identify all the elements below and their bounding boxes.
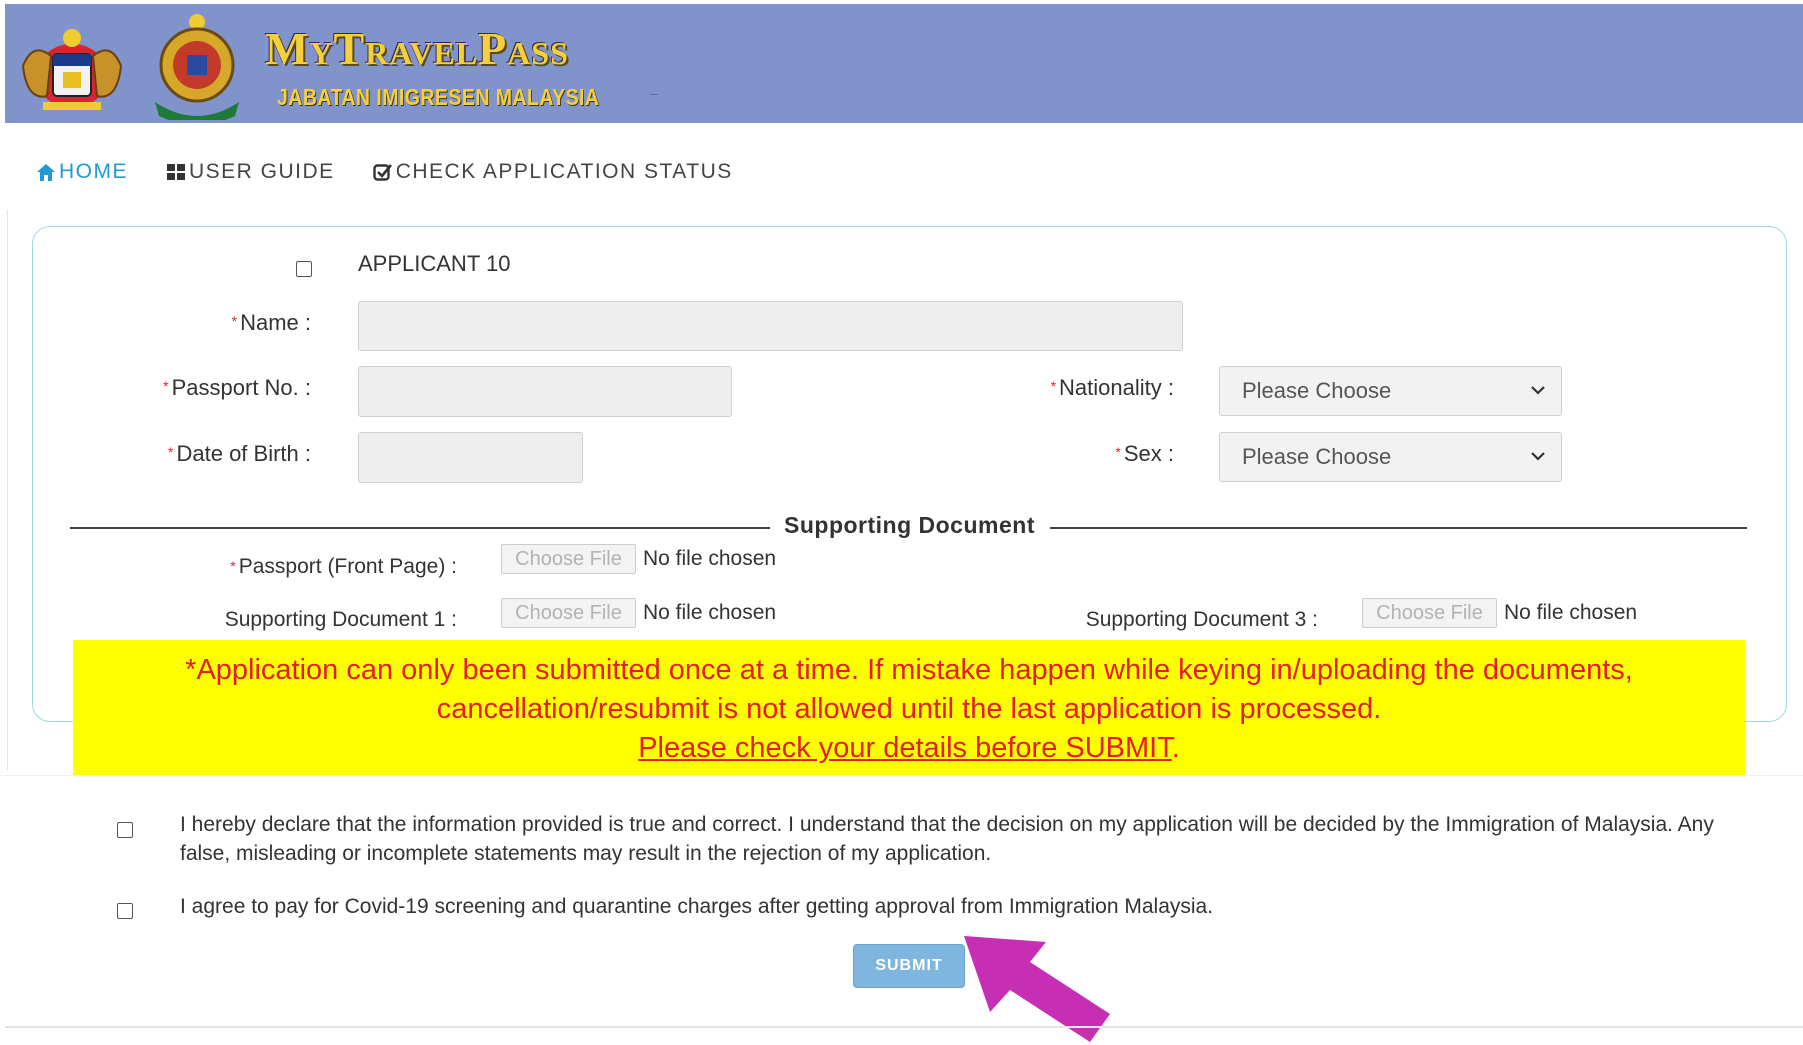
sex-label: * Sex : [1115,441,1174,467]
submit-button[interactable]: SUBMIT [853,944,965,988]
declare-text: I hereby declare that the information pr… [180,813,1714,865]
notice-line-3-end: . [1171,732,1180,764]
notice-line-1: *Application can only been submitted onc… [185,654,1633,686]
sex-value: Please Choose [1242,444,1392,469]
required-mark: * [168,444,174,460]
required-mark: * [1050,378,1057,394]
agree-text: I agree to pay for Covid-19 screening an… [180,895,1214,918]
section-divider-left [70,527,770,529]
name-input[interactable] [358,301,1183,351]
site-header: MyTravelPass JABATAN IMIGRESEN MALAYSIA [5,4,1803,123]
footer-divider [5,1026,1803,1028]
sex-select[interactable]: Please Choose [1219,432,1562,482]
applicant-label: APPLICANT 10 [358,251,511,276]
nav-home[interactable]: HOME [36,160,128,184]
supporting-document-title: Supporting Document [784,512,1035,538]
doc1-file-status: No file chosen [643,601,777,624]
brand-title: MyTravelPass [265,23,569,74]
required-mark: * [163,378,169,394]
submission-notice: *Application can only been submitted onc… [73,640,1745,775]
grid-icon [167,164,185,180]
nav-check-status[interactable]: CHECK APPLICATION STATUS [372,160,733,184]
notice-check-details-link[interactable]: Please check your details before SUBMIT [638,732,1172,764]
nav-home-label: HOME [59,160,128,183]
nav-check-status-label: CHECK APPLICATION STATUS [395,160,733,183]
passport-input[interactable] [358,366,732,417]
doc1-label: Supporting Document 1 : [224,608,457,631]
doc1-choose-file-button[interactable]: Choose File [501,598,636,628]
nav-user-guide[interactable]: USER GUIDE [166,160,335,184]
main-nav: HOME USER GUIDE CHECK APPLICATION STATUS [36,160,771,184]
name-label: * Name : [232,310,311,336]
header-divider [650,94,658,95]
applicant-checkbox[interactable] [296,261,312,277]
nav-user-guide-label: USER GUIDE [189,160,335,183]
home-icon [37,163,55,181]
required-mark: * [1115,444,1121,460]
section-separator [0,775,1803,776]
passport-label-text: Passport No. : [171,375,311,400]
dob-label: * Date of Birth : [168,441,311,467]
brand-subtitle: JABATAN IMIGRESEN MALAYSIA [277,84,600,110]
pointer-arrow-icon [964,936,1110,1042]
nationality-select[interactable]: Please Choose [1219,366,1562,416]
required-mark: * [231,313,238,329]
passport-front-choose-file-button[interactable]: Choose File [501,544,636,574]
chevron-down-icon [1531,452,1545,461]
dob-input[interactable] [358,432,583,483]
check-square-icon [372,164,392,181]
doc3-label: Supporting Document 3 : [1085,608,1318,631]
nationality-label-text: Nationality : [1059,375,1174,400]
required-mark: * [230,558,236,574]
agree-checkbox[interactable] [117,903,133,919]
nationality-value: Please Choose [1242,378,1392,403]
doc3-file-status: No file chosen [1504,601,1638,624]
sex-label-text: Sex : [1123,441,1174,466]
immigration-crest-icon [155,14,239,120]
malaysia-coat-of-arms-icon [21,29,123,110]
nationality-label: * Nationality : [1051,375,1174,401]
declare-checkbox[interactable] [117,822,133,838]
name-label-text: Name : [240,310,311,335]
dob-label-text: Date of Birth : [176,441,311,466]
notice-line-2: cancellation/resubmit is not allowed unt… [436,693,1382,725]
chevron-down-icon [1531,386,1545,395]
passport-label: * Passport No. : [163,375,311,401]
passport-front-file-status: No file chosen [643,547,777,570]
passport-front-label: * Passport (Front Page) : [230,555,457,579]
section-divider-right [1050,527,1747,529]
doc3-choose-file-button[interactable]: Choose File [1362,598,1497,628]
passport-front-label-text: Passport (Front Page) : [238,555,457,578]
notice-line-3: Please check your details before SUBMIT. [73,729,1745,768]
page-edge [7,210,8,770]
